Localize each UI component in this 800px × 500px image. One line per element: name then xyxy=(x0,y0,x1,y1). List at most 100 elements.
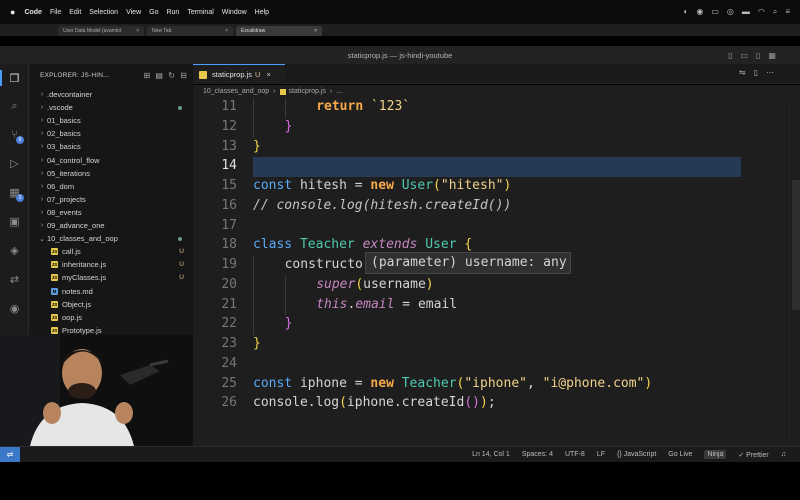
menu-terminal[interactable]: Terminal xyxy=(187,9,213,16)
tree-item[interactable]: › 07_projects xyxy=(29,193,193,206)
breadcrumb-file[interactable]: staticprop.js xyxy=(289,88,326,95)
close-icon[interactable]: × xyxy=(136,28,139,34)
breadcrumb-symbol[interactable]: ... xyxy=(336,88,342,95)
js-file-icon: JS xyxy=(51,261,58,269)
github-icon[interactable]: ◉ xyxy=(7,301,22,316)
tree-item[interactable]: JS inheritance.js U xyxy=(29,258,193,271)
customize-layout-icon[interactable]: ▦ xyxy=(768,51,776,60)
chevron-right-icon[interactable]: › xyxy=(37,143,47,150)
tree-item[interactable]: › 09_advance_one xyxy=(29,219,193,232)
prettier-status[interactable]: ✓ Prettier xyxy=(738,451,768,459)
run-debug-icon[interactable]: ▷ xyxy=(7,156,22,171)
new-file-icon[interactable]: ⊞ xyxy=(144,71,151,80)
menu-edit[interactable]: Edit xyxy=(69,9,81,16)
breadcrumb-folder[interactable]: 10_classes_and_oop xyxy=(203,88,269,95)
chevron-right-icon[interactable]: › xyxy=(37,104,47,111)
battery-icon[interactable]: ▬ xyxy=(742,7,750,17)
tree-item-label: 09_advance_one xyxy=(47,221,105,230)
menu-help[interactable]: Help xyxy=(255,9,269,16)
status-icon[interactable]: ▭ xyxy=(711,7,719,17)
browser-tab[interactable]: Excalidraw × xyxy=(236,26,322,36)
close-icon[interactable]: × xyxy=(266,70,270,79)
close-icon[interactable]: × xyxy=(225,28,228,34)
editor-scrollbar[interactable] xyxy=(792,180,800,310)
code-line: const iphone = new Teacher("iphone", "i@… xyxy=(253,375,653,391)
indentation[interactable]: Spaces: 4 xyxy=(522,451,553,458)
encoding[interactable]: UTF-8 xyxy=(565,451,585,458)
chevron-right-icon[interactable]: › xyxy=(37,170,47,177)
toggle-sidebar-icon[interactable]: ▯ xyxy=(728,51,732,60)
menu-app[interactable]: Code xyxy=(24,9,42,16)
live-share-icon[interactable]: ⇄ xyxy=(7,272,22,287)
browser-tab[interactable]: New Tab × xyxy=(147,26,233,36)
chevron-right-icon[interactable]: › xyxy=(37,209,47,216)
tree-item[interactable]: ⌄ 10_classes_and_oop xyxy=(29,232,193,245)
close-icon[interactable]: × xyxy=(314,28,317,34)
menu-selection[interactable]: Selection xyxy=(89,9,118,16)
more-actions-icon[interactable]: ⋯ xyxy=(766,68,774,77)
chevron-down-icon[interactable]: ⌄ xyxy=(37,235,47,243)
new-folder-icon[interactable]: ▤ xyxy=(155,71,163,80)
indent-guide xyxy=(253,256,254,276)
menu-view[interactable]: View xyxy=(126,9,141,16)
chevron-right-icon[interactable]: › xyxy=(37,222,47,229)
control-center-icon[interactable]: ≡ xyxy=(785,7,790,17)
menu-run[interactable]: Run xyxy=(166,9,179,16)
chevron-right-icon[interactable]: › xyxy=(37,91,47,98)
bell-icon[interactable]: ♫ xyxy=(781,451,786,458)
tree-item[interactable]: › 02_basics xyxy=(29,127,193,140)
tree-item[interactable]: › .vscode xyxy=(29,101,193,114)
chevron-right-icon[interactable]: › xyxy=(37,117,47,124)
tree-item[interactable]: › 01_basics xyxy=(29,114,193,127)
indent-guide xyxy=(284,295,286,316)
remote-explorer-icon[interactable]: ▣ xyxy=(7,214,22,229)
tree-item[interactable]: › 08_events xyxy=(29,206,193,219)
end-of-line[interactable]: LF xyxy=(597,451,605,458)
chevron-right-icon[interactable]: › xyxy=(37,183,47,190)
tree-item[interactable]: › 03_basics xyxy=(29,140,193,153)
docker-icon[interactable]: ◈ xyxy=(7,243,22,258)
tree-item[interactable]: › 05_iterations xyxy=(29,167,193,180)
menu-window[interactable]: Window xyxy=(222,9,247,16)
tree-item[interactable]: JS call.js U xyxy=(29,245,193,258)
go-live-button[interactable]: Go Live xyxy=(668,451,692,458)
tree-item[interactable]: › 04_control_flow xyxy=(29,154,193,167)
cursor-position[interactable]: Ln 14, Col 1 xyxy=(472,451,510,458)
collapse-all-icon[interactable]: ⊟ xyxy=(180,71,187,80)
untracked-badge: U xyxy=(179,261,184,269)
explorer-icon[interactable]: ❐ xyxy=(7,71,22,86)
toggle-secondary-sidebar-icon[interactable]: ▯ xyxy=(756,51,760,60)
search-icon[interactable]: ⌕ xyxy=(7,99,22,114)
extensions-icon[interactable]: ▦ 3 xyxy=(7,185,24,202)
toggle-panel-icon[interactable]: ▭ xyxy=(740,51,748,60)
menu-go[interactable]: Go xyxy=(149,9,158,16)
apple-icon[interactable]: ● xyxy=(10,7,15,17)
compare-icon[interactable]: ⇋ xyxy=(739,68,746,77)
tree-item[interactable]: JS Object.js xyxy=(29,298,193,311)
tree-item[interactable]: JS oop.js xyxy=(29,311,193,324)
tree-item[interactable]: › 06_dom xyxy=(29,180,193,193)
ninja-status[interactable]: Ninja xyxy=(704,450,727,459)
browser-tab[interactable]: User Data Model (avamtot × xyxy=(58,26,144,36)
tree-item[interactable]: › .devcontainer xyxy=(29,88,193,101)
remote-indicator-icon[interactable]: ⇌ xyxy=(0,446,20,463)
code-line: } xyxy=(284,118,293,134)
tree-item[interactable]: JS myClasses.js U xyxy=(29,271,193,284)
chevron-right-icon[interactable]: › xyxy=(37,196,47,203)
tab-staticprop[interactable]: staticprop.js U × xyxy=(193,64,285,84)
chevron-right-icon[interactable]: › xyxy=(37,130,47,137)
split-editor-icon[interactable]: ▯ xyxy=(754,68,758,77)
wifi-icon[interactable]: ◠ xyxy=(758,7,765,17)
status-icon[interactable]: ◎ xyxy=(727,7,734,17)
chevron-right-icon[interactable]: › xyxy=(37,157,47,164)
language-mode[interactable]: {} JavaScript xyxy=(617,451,656,458)
code-editor[interactable]: 11 return `123` 12} 13} 14 15 const hitesh = n… xyxy=(193,98,800,446)
status-icon[interactable]: ◉ xyxy=(696,7,703,17)
line-number: 17 xyxy=(221,217,237,233)
status-icon[interactable]: ◐ xyxy=(683,7,688,17)
menu-file[interactable]: File xyxy=(50,9,61,16)
refresh-icon[interactable]: ↻ xyxy=(168,71,175,80)
source-control-icon[interactable]: ⑂ 6 xyxy=(7,127,24,144)
search-icon[interactable]: ⌕ xyxy=(773,7,777,17)
tree-item[interactable]: Mnotes.md xyxy=(29,285,193,298)
